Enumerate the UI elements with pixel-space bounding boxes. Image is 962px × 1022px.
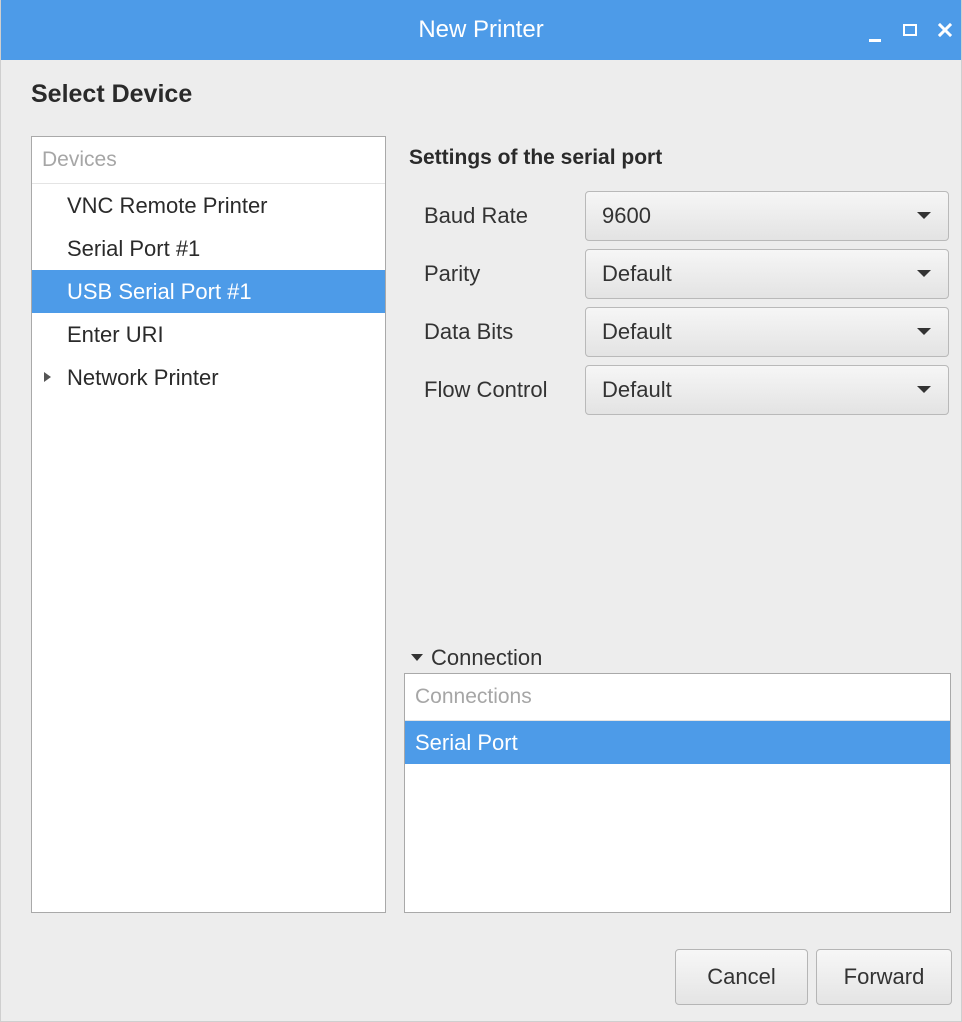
device-item-serial-port-1[interactable]: Serial Port #1: [32, 227, 385, 270]
chevron-down-icon: [917, 386, 931, 393]
minimize-button[interactable]: [859, 14, 891, 46]
chevron-down-icon: [917, 270, 931, 277]
device-item-label: Network Printer: [67, 365, 219, 390]
device-list[interactable]: Devices VNC Remote Printer Serial Port #…: [31, 136, 386, 913]
connection-item-label: Serial Port: [415, 730, 518, 755]
maximize-button[interactable]: [894, 14, 926, 46]
device-item-network-printer[interactable]: Network Printer: [32, 356, 385, 399]
baud-rate-label: Baud Rate: [424, 203, 528, 228]
device-item-label: VNC Remote Printer: [67, 193, 268, 218]
baud-rate-value: 9600: [602, 203, 651, 228]
parity-label: Parity: [424, 261, 481, 286]
cancel-button[interactable]: Cancel: [675, 949, 808, 1005]
maximize-icon: [903, 23, 917, 36]
chevron-down-icon: [917, 328, 931, 335]
flow-control-value: Default: [602, 377, 672, 402]
window-title: New Printer: [418, 16, 544, 43]
minimize-icon: [869, 39, 881, 42]
connection-list-header[interactable]: Connections: [405, 674, 950, 721]
device-item-label: Enter URI: [67, 322, 164, 347]
triangle-right-icon[interactable]: [44, 356, 58, 399]
forward-button[interactable]: Forward: [816, 949, 952, 1005]
connection-expander[interactable]: Connection: [411, 645, 542, 671]
data-bits-label: Data Bits: [424, 319, 514, 344]
chevron-down-icon: [917, 212, 931, 219]
flow-control-select[interactable]: Default: [585, 365, 949, 415]
device-item-usb-serial-port-1[interactable]: USB Serial Port #1: [32, 270, 385, 313]
title-bar[interactable]: New Printer: [1, 0, 961, 60]
data-bits-select[interactable]: Default: [585, 307, 949, 357]
connection-item-serial-port[interactable]: Serial Port: [405, 721, 950, 764]
data-bits-value: Default: [602, 319, 672, 344]
device-item-vnc-remote-printer[interactable]: VNC Remote Printer: [32, 184, 385, 227]
connection-expander-label: Connection: [431, 645, 543, 670]
device-list-header[interactable]: Devices: [32, 137, 385, 184]
parity-value: Default: [602, 261, 672, 286]
triangle-down-icon: [411, 654, 423, 661]
close-icon: [937, 22, 953, 37]
serial-settings-title: Settings of the serial port: [409, 146, 663, 169]
close-button[interactable]: [929, 14, 961, 46]
device-item-label: Serial Port #1: [67, 236, 201, 261]
page-title: Select Device: [31, 80, 193, 108]
device-item-enter-uri[interactable]: Enter URI: [32, 313, 385, 356]
flow-control-label: Flow Control: [424, 377, 548, 402]
parity-select[interactable]: Default: [585, 249, 949, 299]
connection-list[interactable]: Connections Serial Port: [404, 673, 951, 913]
baud-rate-select[interactable]: 9600: [585, 191, 949, 241]
device-item-label: USB Serial Port #1: [67, 279, 252, 304]
new-printer-dialog: New Printer Select Device Devices VNC Re…: [0, 0, 962, 1022]
